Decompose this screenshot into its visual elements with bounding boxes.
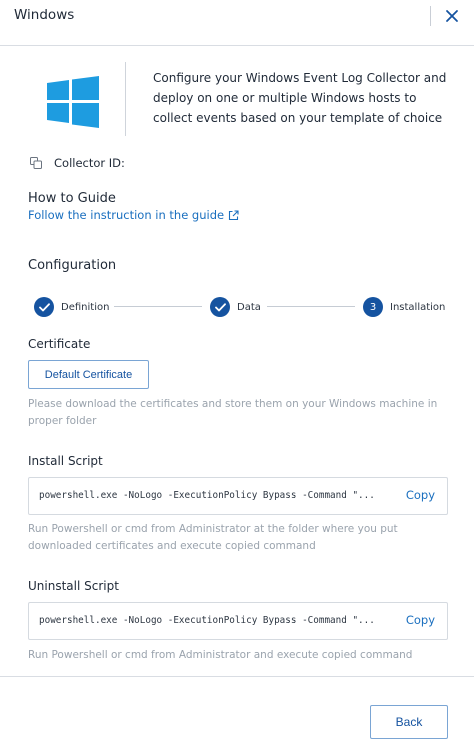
step-complete-indicator: [210, 297, 230, 317]
checkmark-icon: [214, 302, 226, 311]
intro-divider: [125, 62, 126, 136]
step-label: Definition: [61, 301, 110, 313]
default-certificate-button[interactable]: Default Certificate: [28, 360, 149, 389]
install-script-title: Install Script: [28, 454, 103, 468]
collector-id-row: Collector ID:: [30, 154, 125, 172]
panel-title: Windows: [14, 7, 75, 23]
copy-install-script-button[interactable]: Copy: [406, 488, 435, 502]
step-complete-indicator: [34, 297, 54, 317]
certificate-hint: Please download the certificates and sto…: [28, 398, 438, 427]
close-icon: [446, 10, 458, 22]
configuration-stepper: Definition Data 3 Installation: [34, 296, 445, 318]
checkmark-icon: [38, 302, 50, 311]
intro-section: Configure your Windows Event Log Collect…: [0, 60, 474, 140]
step-data[interactable]: Data: [210, 296, 261, 318]
uninstall-script-code[interactable]: powershell.exe -NoLogo -ExecutionPolicy …: [39, 615, 389, 626]
step-label: Installation: [390, 301, 446, 313]
step-label: Data: [237, 301, 261, 313]
install-script-hint: Run Powershell or cmd from Administrator…: [28, 523, 398, 552]
step-number: 3: [363, 297, 383, 317]
close-button[interactable]: [441, 4, 463, 28]
install-script-box: powershell.exe -NoLogo -ExecutionPolicy …: [28, 477, 448, 515]
step-connector: [114, 306, 202, 307]
how-to-guide-title: How to Guide: [28, 191, 116, 206]
copy-icon[interactable]: [30, 157, 42, 169]
back-button[interactable]: Back: [370, 705, 448, 739]
uninstall-script-title: Uninstall Script: [28, 579, 119, 593]
step-installation[interactable]: 3 Installation: [363, 296, 445, 318]
guide-link[interactable]: Follow the instruction in the guide: [28, 208, 239, 222]
guide-link-text: Follow the instruction in the guide: [28, 208, 225, 222]
intro-description: Configure your Windows Event Log Collect…: [153, 71, 447, 125]
windows-logo-icon: [47, 76, 99, 128]
certificate-title: Certificate: [28, 337, 91, 351]
copy-uninstall-script-button[interactable]: Copy: [406, 613, 435, 627]
external-link-icon: [229, 209, 239, 220]
step-definition[interactable]: Definition: [34, 296, 109, 318]
configuration-title: Configuration: [28, 258, 117, 273]
collector-id-label: Collector ID:: [54, 156, 125, 170]
panel-header: Windows: [0, 0, 474, 46]
header-divider: [430, 6, 431, 26]
footer-divider: [0, 676, 474, 677]
install-script-code[interactable]: powershell.exe -NoLogo -ExecutionPolicy …: [39, 490, 389, 501]
uninstall-script-box: powershell.exe -NoLogo -ExecutionPolicy …: [28, 602, 448, 640]
uninstall-script-hint: Run Powershell or cmd from Administrator…: [28, 649, 413, 661]
step-connector: [267, 306, 355, 307]
